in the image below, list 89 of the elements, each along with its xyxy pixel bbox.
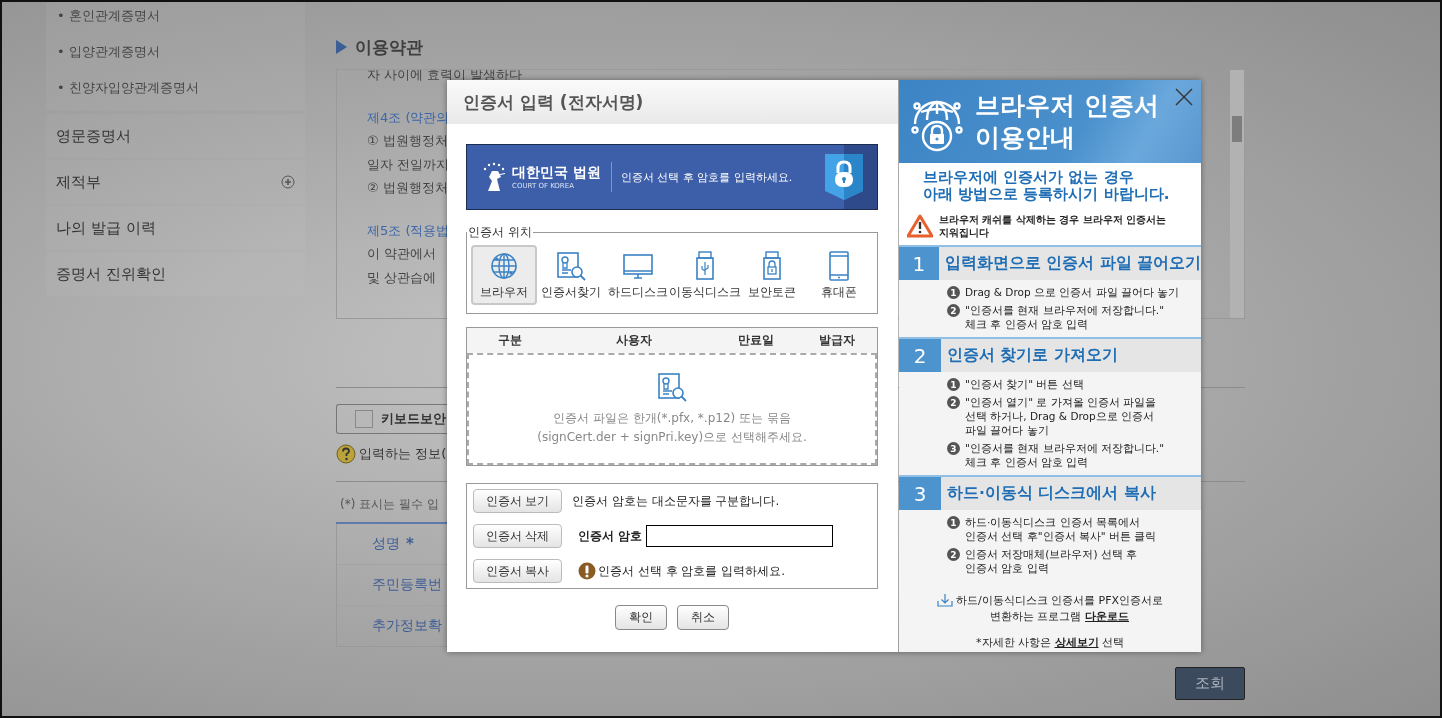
checkbox-label: 키보드보안 [381,410,446,428]
location-button[interactable]: 이동식디스크 [672,245,738,305]
password-field[interactable] [646,525,834,547]
required-mark: * [406,535,414,553]
location-button[interactable]: 보안토큰 [739,245,805,305]
column-header: 발급자 [817,332,856,349]
guide-subtitle: 브라우저에 인증서가 없는 경우 아래 방법으로 등록하시기 바랍니다. [922,169,1171,203]
scrollbar-thumb[interactable] [1232,116,1242,142]
location-button[interactable]: 하드디스크 [605,245,671,305]
step-title: 인증서 찾기로 가져오기 [946,345,1118,366]
close-icon [1175,88,1193,106]
court-name: 대한민국 법원 [512,164,601,182]
certificate-button[interactable]: 인증서 보기 [473,489,562,513]
case-note: 인증서 암호는 대소문자를 구분합니다. [572,492,780,510]
step-bullet: 1 [947,378,960,391]
submenu-item[interactable]: • 친양자입양관계증명서 [46,70,305,106]
column-header: 사용자 [615,332,653,349]
step-bullet: 3 [947,442,960,455]
step-bullet: 2 [947,396,960,409]
step-text: "인증서 열기" 로 가져올 인증서 파일을 선택 하거나, Drag & Drop으로 인증서 파일 끌어다 놓기 [965,395,1157,437]
field-label: 주민등록번 [372,576,442,594]
certificate-search-icon [656,371,688,403]
terms-text: 및 상관습에 [367,268,437,287]
field-label: 성명 [372,535,400,553]
guide-title: 브라우저 인증서 이용안내 [975,89,1159,154]
terms-text: ① 법원행정처 [367,132,448,150]
detail-note: *자세한 사항은 상세보기 선택 [976,635,1124,650]
certificate-button[interactable]: 인증서 삭제 [473,524,562,548]
download-link[interactable]: 다운로드 [1085,610,1129,623]
warning-icon [907,214,933,238]
shield-lock-icon [824,153,864,201]
article-heading: 제5조 (적용법 [367,221,450,240]
step-text: 인증서 저장매체(브라우저) 선택 후 인증서 암호 입력 [965,547,1138,575]
dialog-title: 인증서 입력 (전자서명) [463,90,644,114]
banner-message: 인증서 선택 후 암호를 입력하세요. [620,169,793,185]
help-text: 입력하는 정보( [359,445,447,463]
sidebar-item-label: 영문증명서 [56,126,131,146]
article-heading: 제4조 (약관의 [367,108,450,127]
scrollbar[interactable] [1230,70,1244,318]
certificate-search-icon [555,250,587,282]
required-note: (*) 표시는 필수 입 [339,496,439,513]
exclamation-icon [578,562,596,580]
location-button[interactable]: 인증서찾기 [538,245,604,305]
drop-hint: 인증서 파일은 한개(*.pfx, *.p12) 또는 묶음 (signCert.der + signPri.key)으로 선택해주세요. [537,410,807,446]
terms-text: 이 약관에서 [367,245,437,263]
step-bullet: 1 [947,286,960,299]
location-button[interactable]: 휴대폰 [806,245,872,305]
dialog-button[interactable]: 확인 [615,605,667,630]
certificate-button[interactable]: 인증서 복사 [473,559,562,583]
step-title: 입력화면으로 인증서 파일 끌어오기 [943,253,1201,274]
password-hint: 인증서 선택 후 암호를 입력하세요. [598,562,786,580]
terms-text: ② 법원행정처 [367,179,448,197]
column-header: 구분 [497,332,523,349]
drop-zone[interactable]: 인증서 파일은 한개(*.pfx, *.p12) 또는 묶음 (signCert.der + signPri.key)으로 선택해주세요. [467,353,877,465]
step-text: "인증서 찾기" 버튼 선택 [965,377,1084,391]
location-button[interactable]: 브라우저 [471,245,537,305]
section-title: 이용약관 [355,35,423,59]
step-text: Drag & Drop 으로 인증서 파일 끌어다 놓기 [965,285,1180,299]
step-number: 1 [899,247,939,280]
step-bullet: 1 [947,516,960,529]
question-icon [336,444,356,464]
sidebar-item-label: 제적부 [56,172,101,192]
search-button[interactable]: 조회 [1175,667,1245,700]
step-title: 하드·이동식 디스크에서 복사 [946,483,1156,504]
step-text: "인증서를 현재 브라우저에 저장합니다." 체크 후 인증서 암호 입력 [965,303,1164,331]
download-icon [936,593,953,607]
dialog-button[interactable]: 취소 [677,605,729,630]
submenu-item[interactable]: • 혼인관계증명서 [46,2,305,34]
triangle-bullet-icon [336,40,347,54]
sidebar-item-label: 나의 발급 이력 [56,218,156,238]
password-label: 인증서 암호 [578,527,643,545]
close-button[interactable] [1173,86,1195,108]
field-label: 추가정보확 [372,617,442,635]
step-text: 하드·이동식디스크 인증서 목록에서 인증서 선택 후"인증서 복사" 버튼 클릭 [965,515,1157,543]
step-text: "인증서를 현재 브라우저에 저장합니다." 체크 후 인증서 암호 입력 [965,441,1164,469]
sidebar-item-label: 증명서 진위확인 [56,264,166,284]
column-header: 만료일 [737,332,775,349]
globe-icon [488,250,520,282]
group-legend: 인증서 위치 [467,224,533,241]
step-bullet: 2 [947,304,960,317]
download-note: 하드/이동식디스크 인증서를 PFX인증서로 변환하는 프로그램 다운로드 [955,593,1164,625]
step-number: 2 [899,339,941,372]
step-number: 3 [899,477,941,510]
submenu-item[interactable]: • 입양관계증명서 [46,34,305,70]
terms-text: 일자 전일까지 [367,155,450,174]
checkbox[interactable] [355,410,373,428]
warning-text: 브라우저 캐쉬를 삭제하는 경우 브라우저 인증서는 지워집니다 [939,213,1167,239]
step-bullet: 2 [947,548,960,561]
detail-link[interactable]: 상세보기 [1054,636,1099,649]
